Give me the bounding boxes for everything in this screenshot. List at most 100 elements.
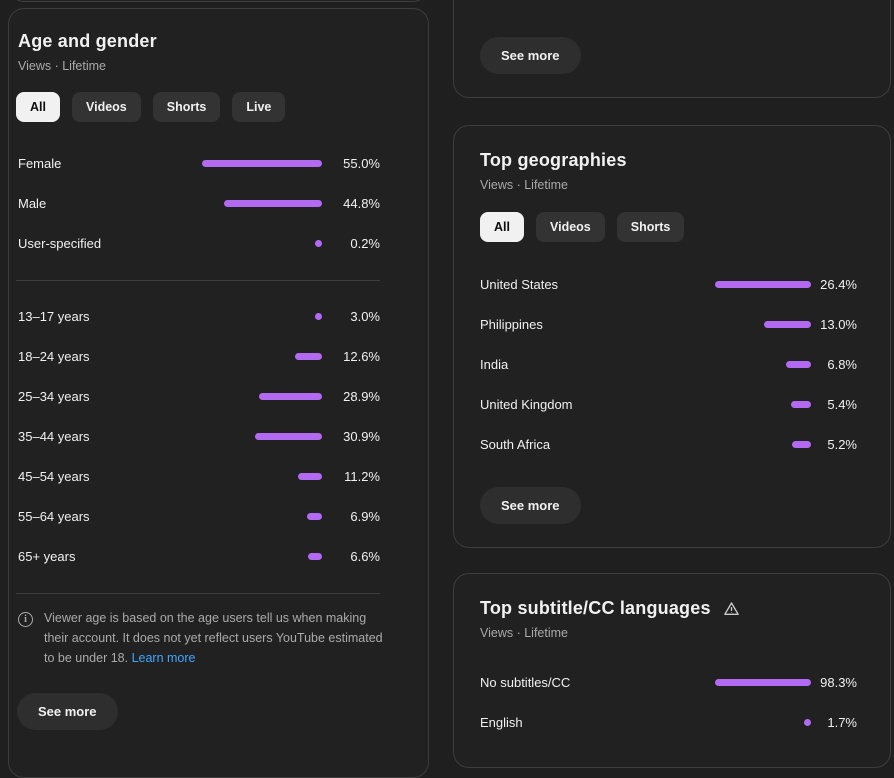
stat-bar <box>715 679 811 686</box>
chip-shorts[interactable]: Shorts <box>617 212 685 242</box>
stat-bar <box>786 361 811 368</box>
stat-value: 13.0% <box>811 317 857 332</box>
bar-area <box>202 353 322 360</box>
bar-area <box>715 281 811 288</box>
chip-live[interactable]: Live <box>232 92 285 122</box>
stat-row: United States 26.4% <box>480 264 857 304</box>
age-stats-list: 13–17 years 3.0% 18–24 years 12.6% 25–34 yea… <box>18 296 380 576</box>
stat-row: 45–54 years 11.2% <box>18 456 380 496</box>
stat-row: No subtitles/CC98.3% <box>480 662 857 702</box>
stat-bar <box>308 553 322 560</box>
stat-row: India 6.8% <box>480 344 857 384</box>
info-icon: i <box>18 612 33 627</box>
stat-row: User-specified 0.2% <box>18 223 380 263</box>
stat-row: Female55.0% <box>18 143 380 183</box>
bar-area <box>202 200 322 207</box>
divider <box>16 593 380 594</box>
stat-row: United Kingdom5.4% <box>480 384 857 424</box>
subtitle-language-stats-list: No subtitles/CC98.3%English1.7% <box>480 662 857 742</box>
stat-value: 30.9% <box>322 429 380 444</box>
stat-value: 11.2% <box>322 469 380 484</box>
chip-all[interactable]: All <box>16 92 60 122</box>
stat-label: 18–24 years <box>18 349 202 364</box>
stat-row: 65+ years6.6% <box>18 536 380 576</box>
stat-bar <box>792 441 811 448</box>
age-gender-subtitle: Views · Lifetime <box>18 59 428 73</box>
warning-triangle-icon <box>723 601 740 617</box>
stat-value: 5.2% <box>811 437 857 452</box>
bar-area <box>715 361 811 368</box>
stat-value: 12.6% <box>322 349 380 364</box>
footnote-text: Viewer age is based on the age users tel… <box>44 611 383 665</box>
bar-area <box>715 321 811 328</box>
stat-bar <box>298 473 322 480</box>
stat-value: 28.9% <box>322 389 380 404</box>
bar-area <box>202 473 322 480</box>
stat-label: India <box>480 357 715 372</box>
stat-label: 45–54 years <box>18 469 202 484</box>
chip-videos[interactable]: Videos <box>536 212 605 242</box>
bar-area <box>202 313 322 320</box>
top-geographies-subtitle: Views · Lifetime <box>480 178 857 192</box>
bar-area <box>715 401 811 408</box>
stat-row: Philippines 13.0% <box>480 304 857 344</box>
learn-more-link[interactable]: Learn more <box>132 651 196 665</box>
age-gender-card: Age and gender Views · Lifetime All Video… <box>8 8 429 778</box>
age-gender-filter-chips: All Videos Shorts Live <box>16 92 428 122</box>
stat-bar <box>315 313 322 320</box>
gender-stats-list: Female55.0% Male 44.8% User-specified 0.2% <box>18 143 380 263</box>
bar-area <box>202 393 322 400</box>
stat-row: 25–34 years 28.9% <box>18 376 380 416</box>
stat-bar <box>715 281 811 288</box>
stat-label: Philippines <box>480 317 715 332</box>
stat-label: 25–34 years <box>18 389 202 404</box>
stat-row: 35–44 years30.9% <box>18 416 380 456</box>
stat-bar <box>764 321 811 328</box>
stat-label: 55–64 years <box>18 509 202 524</box>
stat-row: Male 44.8% <box>18 183 380 223</box>
top-right-see-more-button[interactable]: See more <box>480 37 581 74</box>
stat-value: 1.7% <box>811 715 857 730</box>
stat-bar <box>224 200 322 207</box>
stat-bar <box>259 393 322 400</box>
top-geographies-card: Top geographies Views · Lifetime All Vide… <box>453 125 891 548</box>
stat-value: 3.0% <box>322 309 380 324</box>
chip-shorts[interactable]: Shorts <box>153 92 221 122</box>
stat-row: English1.7% <box>480 702 857 742</box>
stat-label: United Kingdom <box>480 397 715 412</box>
viewer-age-footnote: i Viewer age is based on the age users t… <box>18 608 398 668</box>
age-gender-see-more-button[interactable]: See more <box>17 693 118 730</box>
stat-label: Male <box>18 196 202 211</box>
chip-videos[interactable]: Videos <box>72 92 141 122</box>
stat-value: 98.3% <box>811 675 857 690</box>
stat-bar <box>804 719 811 726</box>
stat-value: 26.4% <box>811 277 857 292</box>
stat-row: South Africa5.2% <box>480 424 857 464</box>
stat-label: 65+ years <box>18 549 202 564</box>
bar-area <box>715 679 811 686</box>
divider <box>16 280 380 281</box>
stat-row: 18–24 years 12.6% <box>18 336 380 376</box>
bar-area <box>202 433 322 440</box>
age-gender-title: Age and gender <box>18 31 428 52</box>
chip-all[interactable]: All <box>480 212 524 242</box>
stat-label: United States <box>480 277 715 292</box>
geographies-see-more-button[interactable]: See more <box>480 487 581 524</box>
stat-value: 6.8% <box>811 357 857 372</box>
bar-area <box>715 441 811 448</box>
previous-card-bottom-edge <box>8 0 429 2</box>
subtitle-languages-subtitle: Views · Lifetime <box>480 626 857 640</box>
stat-bar <box>255 433 322 440</box>
stat-value: 6.9% <box>322 509 380 524</box>
bar-area <box>202 160 322 167</box>
stat-bar <box>315 240 322 247</box>
stat-bar <box>791 401 811 408</box>
stat-value: 44.8% <box>322 196 380 211</box>
bar-area <box>202 240 322 247</box>
geography-stats-list: United States 26.4% Philippines 13.0% India 6… <box>480 264 857 464</box>
stat-label: 13–17 years <box>18 309 202 324</box>
top-geographies-title: Top geographies <box>480 150 857 171</box>
stat-label: User-specified <box>18 236 202 251</box>
stat-value: 0.2% <box>322 236 380 251</box>
viewer-age-footnote-text: Viewer age is based on the age users tel… <box>44 608 384 668</box>
